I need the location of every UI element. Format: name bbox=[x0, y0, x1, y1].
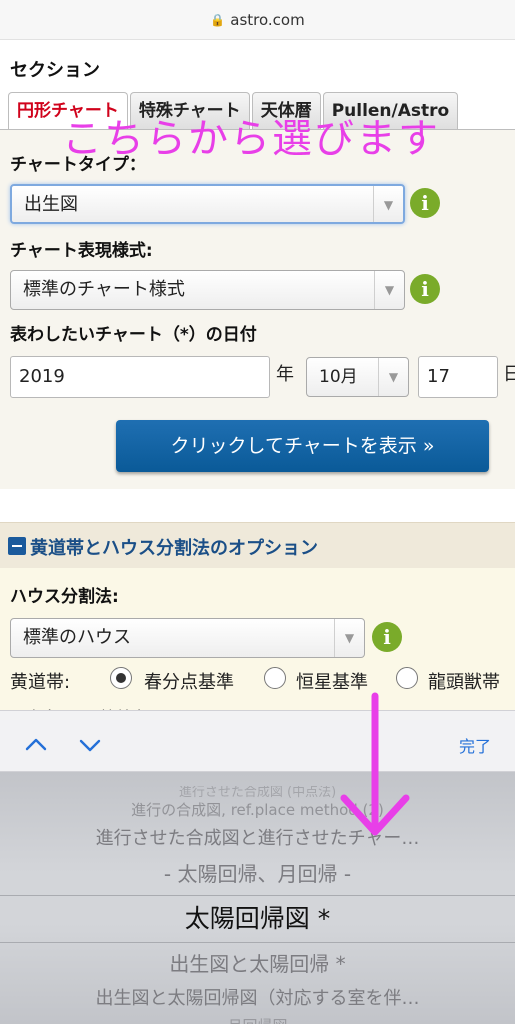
chart-style-select[interactable]: 標準のチャート様式 ▼ bbox=[10, 270, 405, 310]
annotation-arrow-icon bbox=[340, 692, 410, 836]
options-title: 黄道帯とハウス分割法のオプション bbox=[30, 538, 318, 559]
picker-item[interactable]: 進行の合成図, ref.place method (2) bbox=[0, 800, 515, 822]
url-bar[interactable]: 🔒 astro.com bbox=[0, 0, 515, 40]
info-icon[interactable]: i bbox=[410, 188, 440, 218]
day-input[interactable]: 17 bbox=[418, 356, 498, 398]
zodiac-option-draconic: 龍頭獣帯 bbox=[428, 672, 500, 693]
picker-item[interactable]: 月回帰図 bbox=[0, 1016, 515, 1024]
year-unit: 年 bbox=[276, 364, 294, 385]
day-unit: 日 bbox=[503, 364, 515, 385]
chart-style-value: 標準のチャート様式 bbox=[23, 279, 185, 300]
year-input[interactable]: 2019 bbox=[10, 356, 270, 398]
zodiac-radio-draconic[interactable] bbox=[396, 667, 418, 689]
picker-item[interactable]: 出生図と太陽回帰図（対応する室を伴… bbox=[0, 986, 515, 1014]
chevron-down-icon: ▼ bbox=[373, 186, 403, 222]
chart-style-label: チャート表現様式: bbox=[10, 241, 153, 261]
options-header[interactable]: 黄道帯とハウス分割法のオプション bbox=[0, 522, 515, 568]
chevron-down-icon: ▼ bbox=[334, 619, 364, 657]
info-icon[interactable]: i bbox=[410, 274, 440, 304]
zodiac-radio-sidereal[interactable] bbox=[264, 667, 286, 689]
house-system-label: ハウス分割法: bbox=[10, 587, 119, 607]
chevron-down-icon: ▼ bbox=[374, 271, 404, 309]
picker-toolbar: 完了 bbox=[0, 710, 515, 772]
info-icon[interactable]: i bbox=[372, 622, 402, 652]
picker-item[interactable]: 進行させた合成図と進行させたチャー… bbox=[0, 826, 515, 854]
picker-item[interactable]: 出生図と太陽回帰 * bbox=[0, 950, 515, 980]
chart-type-select[interactable]: 出生図 ▼ bbox=[10, 184, 405, 224]
picker-item[interactable]: - 太陽回帰、月回帰 - bbox=[0, 860, 515, 890]
house-system-select[interactable]: 標準のハウス ▼ bbox=[10, 618, 365, 658]
section-label: セクション bbox=[10, 60, 100, 81]
zodiac-radio-tropical[interactable] bbox=[110, 667, 132, 689]
chevron-up-icon[interactable] bbox=[24, 733, 48, 757]
chevron-down-icon[interactable] bbox=[78, 733, 102, 757]
month-select[interactable]: 10月 ▼ bbox=[306, 357, 409, 397]
picker-item[interactable]: 進行させた合成図 (中点法) bbox=[0, 786, 515, 798]
zodiac-option-tropical: 春分点基準 bbox=[144, 672, 234, 693]
picker-wheel[interactable]: 進行させた合成図 (中点法) 進行の合成図, ref.place method … bbox=[0, 772, 515, 1024]
house-system-value: 標準のハウス bbox=[23, 627, 131, 648]
collapse-icon[interactable] bbox=[8, 537, 26, 555]
options-body: ハウス分割法: 標準のハウス ▼ i 黄道帯: 春分点基準 恒星基準 龍頭獣帯 bbox=[0, 568, 515, 710]
done-button[interactable]: 完了 bbox=[459, 733, 491, 757]
picker-item-selected[interactable]: 太陽回帰図 * bbox=[0, 900, 515, 938]
month-value: 10月 bbox=[319, 367, 358, 387]
lock-icon: 🔒 bbox=[210, 12, 226, 27]
chart-type-value: 出生図 bbox=[24, 194, 78, 215]
zodiac-label: 黄道帯: bbox=[10, 672, 71, 693]
show-chart-button[interactable]: クリックしてチャートを表示 » bbox=[116, 420, 489, 472]
chevron-down-icon: ▼ bbox=[378, 358, 408, 396]
url-text: astro.com bbox=[230, 10, 305, 29]
annotation-text: こちらから選びます bbox=[62, 116, 440, 162]
date-label: 表わしたいチャート（*）の日付 bbox=[10, 325, 257, 345]
